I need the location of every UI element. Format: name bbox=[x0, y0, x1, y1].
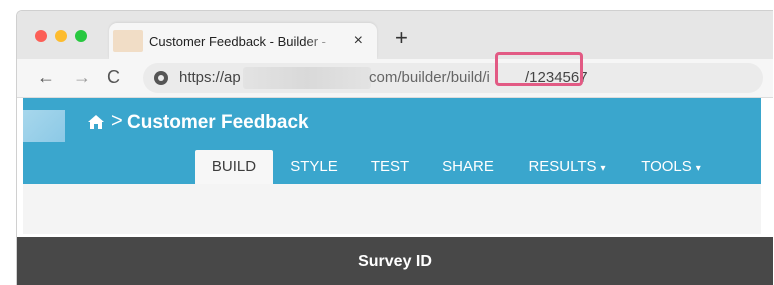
tab-results[interactable]: RESULTS ▾ bbox=[519, 150, 615, 184]
redacted-url-segment bbox=[243, 67, 371, 89]
forward-arrow-icon[interactable]: → bbox=[73, 67, 91, 88]
app-header: > Customer Feedback BUILD STYLE TEST SHA… bbox=[23, 98, 761, 184]
chevron-down-icon: ▾ bbox=[695, 163, 701, 174]
tab-close-icon[interactable]: × bbox=[354, 32, 363, 50]
back-arrow-icon[interactable]: ← bbox=[37, 67, 55, 88]
home-icon[interactable] bbox=[87, 114, 105, 130]
address-bar[interactable]: https://ap com/builder/build/i /1234567 bbox=[143, 63, 763, 93]
breadcrumb-separator: > bbox=[111, 110, 123, 132]
site-info-icon[interactable] bbox=[154, 71, 168, 85]
reload-icon[interactable]: C bbox=[107, 67, 120, 88]
browser-tab-strip: Customer Feedback - Builder - × + bbox=[17, 11, 773, 59]
browser-window: Customer Feedback - Builder - × + ← → C … bbox=[16, 10, 773, 285]
builder-content-area bbox=[23, 184, 761, 234]
maximize-window-button[interactable] bbox=[75, 30, 87, 42]
tab-share[interactable]: SHARE bbox=[435, 150, 501, 184]
url-scheme-host: https://ap bbox=[179, 69, 241, 86]
tab-build[interactable]: BUILD bbox=[195, 150, 273, 184]
new-tab-button[interactable]: + bbox=[395, 27, 408, 49]
browser-toolbar: ← → C https://ap com/builder/build/i /12… bbox=[17, 59, 773, 98]
tab-style[interactable]: STYLE bbox=[283, 150, 345, 184]
tab-tools[interactable]: TOOLS ▾ bbox=[631, 150, 711, 184]
favicon-icon bbox=[113, 30, 143, 52]
url-id-highlight bbox=[495, 52, 583, 86]
minimize-window-button[interactable] bbox=[55, 30, 67, 42]
survey-id-banner: Survey ID bbox=[17, 237, 773, 285]
banner-label: Survey ID bbox=[358, 253, 432, 270]
close-window-button[interactable] bbox=[35, 30, 47, 42]
browser-tab[interactable]: Customer Feedback - Builder - × bbox=[109, 23, 377, 59]
chevron-down-icon: ▾ bbox=[600, 163, 606, 174]
logo bbox=[23, 110, 65, 142]
url-path: com/builder/build/i bbox=[369, 69, 490, 86]
tab-test[interactable]: TEST bbox=[363, 150, 417, 184]
page-title: Customer Feedback bbox=[127, 112, 309, 133]
